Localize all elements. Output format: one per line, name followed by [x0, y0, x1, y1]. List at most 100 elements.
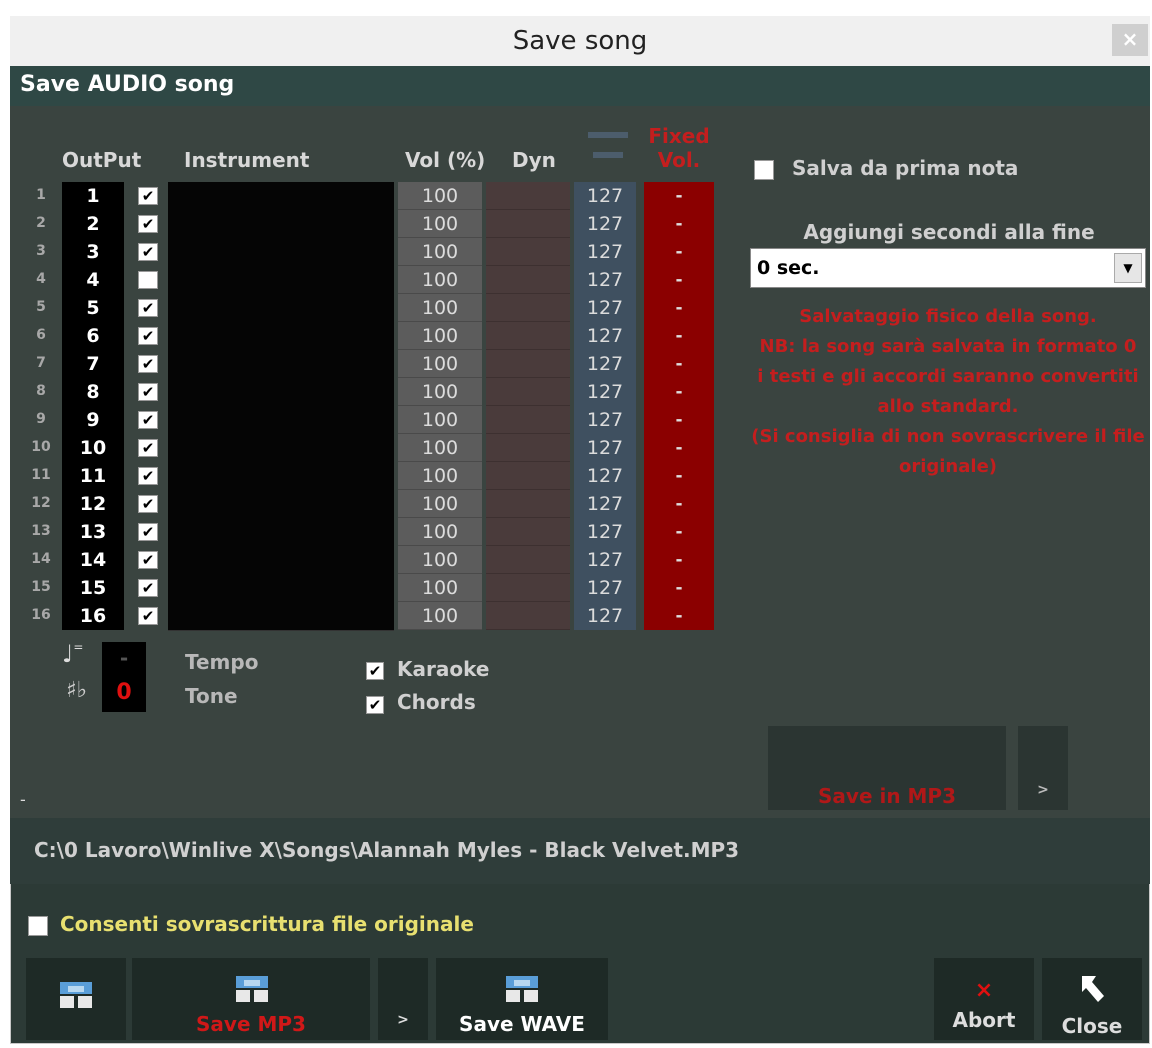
instrument-cell[interactable] [168, 378, 394, 407]
output-cell[interactable]: 9 [62, 406, 124, 434]
dyn-cell[interactable] [486, 574, 570, 602]
dyn-cell[interactable] [486, 546, 570, 574]
velocity-cell[interactable]: 127 [574, 490, 636, 518]
track-enable-checkbox[interactable]: ✔ [138, 523, 158, 541]
instrument-cell[interactable] [168, 462, 394, 491]
dyn-cell[interactable] [486, 266, 570, 294]
instrument-cell[interactable] [168, 210, 394, 239]
track-enable-checkbox[interactable] [138, 271, 158, 289]
instrument-cell[interactable] [168, 490, 394, 519]
vol-cell[interactable]: 100 [398, 546, 482, 574]
output-cell[interactable]: 3 [62, 238, 124, 266]
velocity-cell[interactable]: 127 [574, 294, 636, 322]
seconds-select[interactable]: 0 sec. ▼ [750, 248, 1146, 288]
vol-cell[interactable]: 100 [398, 266, 482, 294]
output-cell[interactable]: 4 [62, 266, 124, 294]
dyn-cell[interactable] [486, 294, 570, 322]
track-enable-checkbox[interactable]: ✔ [138, 495, 158, 513]
track-enable-checkbox[interactable]: ✔ [138, 243, 158, 261]
vol-cell[interactable]: 100 [398, 490, 482, 518]
vol-cell[interactable]: 100 [398, 518, 482, 546]
close-window-button[interactable]: × [1112, 24, 1148, 56]
output-cell[interactable]: 15 [62, 574, 124, 602]
output-cell[interactable]: 5 [62, 294, 124, 322]
output-cell[interactable]: 10 [62, 434, 124, 462]
save-icon-button[interactable] [26, 958, 126, 1040]
instrument-cell[interactable] [168, 518, 394, 547]
dyn-cell[interactable] [486, 602, 570, 630]
vol-cell[interactable]: 100 [398, 210, 482, 238]
velocity-cell[interactable]: 127 [574, 378, 636, 406]
instrument-cell[interactable] [168, 602, 394, 631]
save-in-mp3-more-button[interactable]: > [1018, 726, 1068, 810]
instrument-cell[interactable] [168, 546, 394, 575]
velocity-cell[interactable]: 127 [574, 406, 636, 434]
track-enable-checkbox[interactable]: ✔ [138, 355, 158, 373]
track-enable-checkbox[interactable]: ✔ [138, 411, 158, 429]
track-enable-checkbox[interactable]: ✔ [138, 187, 158, 205]
salva-checkbox[interactable] [754, 160, 774, 180]
dyn-cell[interactable] [486, 490, 570, 518]
velocity-cell[interactable]: 127 [574, 238, 636, 266]
velocity-cell[interactable]: 127 [574, 210, 636, 238]
output-cell[interactable]: 8 [62, 378, 124, 406]
velocity-cell[interactable]: 127 [574, 602, 636, 630]
chords-checkbox[interactable]: ✔ [366, 696, 384, 714]
output-cell[interactable]: 16 [62, 602, 124, 630]
save-wave-button[interactable]: Save WAVE [436, 958, 608, 1040]
instrument-cell[interactable] [168, 322, 394, 351]
fixed-vol-cell[interactable]: - [644, 378, 714, 406]
velocity-cell[interactable]: 127 [574, 462, 636, 490]
fixed-vol-cell[interactable]: - [644, 182, 714, 210]
velocity-cell[interactable]: 127 [574, 546, 636, 574]
instrument-cell[interactable] [168, 266, 394, 295]
dyn-cell[interactable] [486, 182, 570, 210]
fixed-vol-cell[interactable]: - [644, 518, 714, 546]
output-cell[interactable]: 6 [62, 322, 124, 350]
vol-cell[interactable]: 100 [398, 462, 482, 490]
fixed-vol-cell[interactable]: - [644, 602, 714, 630]
fixed-vol-cell[interactable]: - [644, 406, 714, 434]
fixed-vol-cell[interactable]: - [644, 210, 714, 238]
dyn-cell[interactable] [486, 322, 570, 350]
karaoke-checkbox[interactable]: ✔ [366, 662, 384, 680]
vol-cell[interactable]: 100 [398, 406, 482, 434]
fixed-vol-cell[interactable]: - [644, 574, 714, 602]
output-cell[interactable]: 14 [62, 546, 124, 574]
instrument-cell[interactable] [168, 406, 394, 435]
track-enable-checkbox[interactable]: ✔ [138, 299, 158, 317]
velocity-cell[interactable]: 127 [574, 266, 636, 294]
vol-cell[interactable]: 100 [398, 182, 482, 210]
abort-button[interactable]: × Abort [934, 958, 1034, 1040]
track-enable-checkbox[interactable]: ✔ [138, 551, 158, 569]
instrument-cell[interactable] [168, 574, 394, 603]
dyn-cell[interactable] [486, 406, 570, 434]
save-mp3-button[interactable]: Save MP3 [132, 958, 370, 1040]
fixed-vol-cell[interactable]: - [644, 546, 714, 574]
output-cell[interactable]: 7 [62, 350, 124, 378]
save-in-mp3-button[interactable]: Save in MP3 [768, 726, 1006, 810]
fixed-vol-cell[interactable]: - [644, 462, 714, 490]
velocity-cell[interactable]: 127 [574, 350, 636, 378]
output-cell[interactable]: 11 [62, 462, 124, 490]
vol-cell[interactable]: 100 [398, 434, 482, 462]
track-enable-checkbox[interactable]: ✔ [138, 579, 158, 597]
fixed-vol-cell[interactable]: - [644, 350, 714, 378]
instrument-cell[interactable] [168, 434, 394, 463]
fixed-vol-cell[interactable]: - [644, 266, 714, 294]
track-enable-checkbox[interactable]: ✔ [138, 215, 158, 233]
fixed-vol-cell[interactable]: - [644, 434, 714, 462]
vol-cell[interactable]: 100 [398, 350, 482, 378]
vol-cell[interactable]: 100 [398, 322, 482, 350]
output-cell[interactable]: 13 [62, 518, 124, 546]
dropdown-arrow-icon[interactable]: ▼ [1114, 253, 1142, 283]
vol-cell[interactable]: 100 [398, 602, 482, 630]
dyn-cell[interactable] [486, 518, 570, 546]
instrument-cell[interactable] [168, 238, 394, 267]
instrument-cell[interactable] [168, 350, 394, 379]
track-enable-checkbox[interactable]: ✔ [138, 383, 158, 401]
fixed-vol-cell[interactable]: - [644, 238, 714, 266]
velocity-cell[interactable]: 127 [574, 574, 636, 602]
save-mp3-more-button[interactable]: > [378, 958, 428, 1040]
fixed-vol-cell[interactable]: - [644, 294, 714, 322]
